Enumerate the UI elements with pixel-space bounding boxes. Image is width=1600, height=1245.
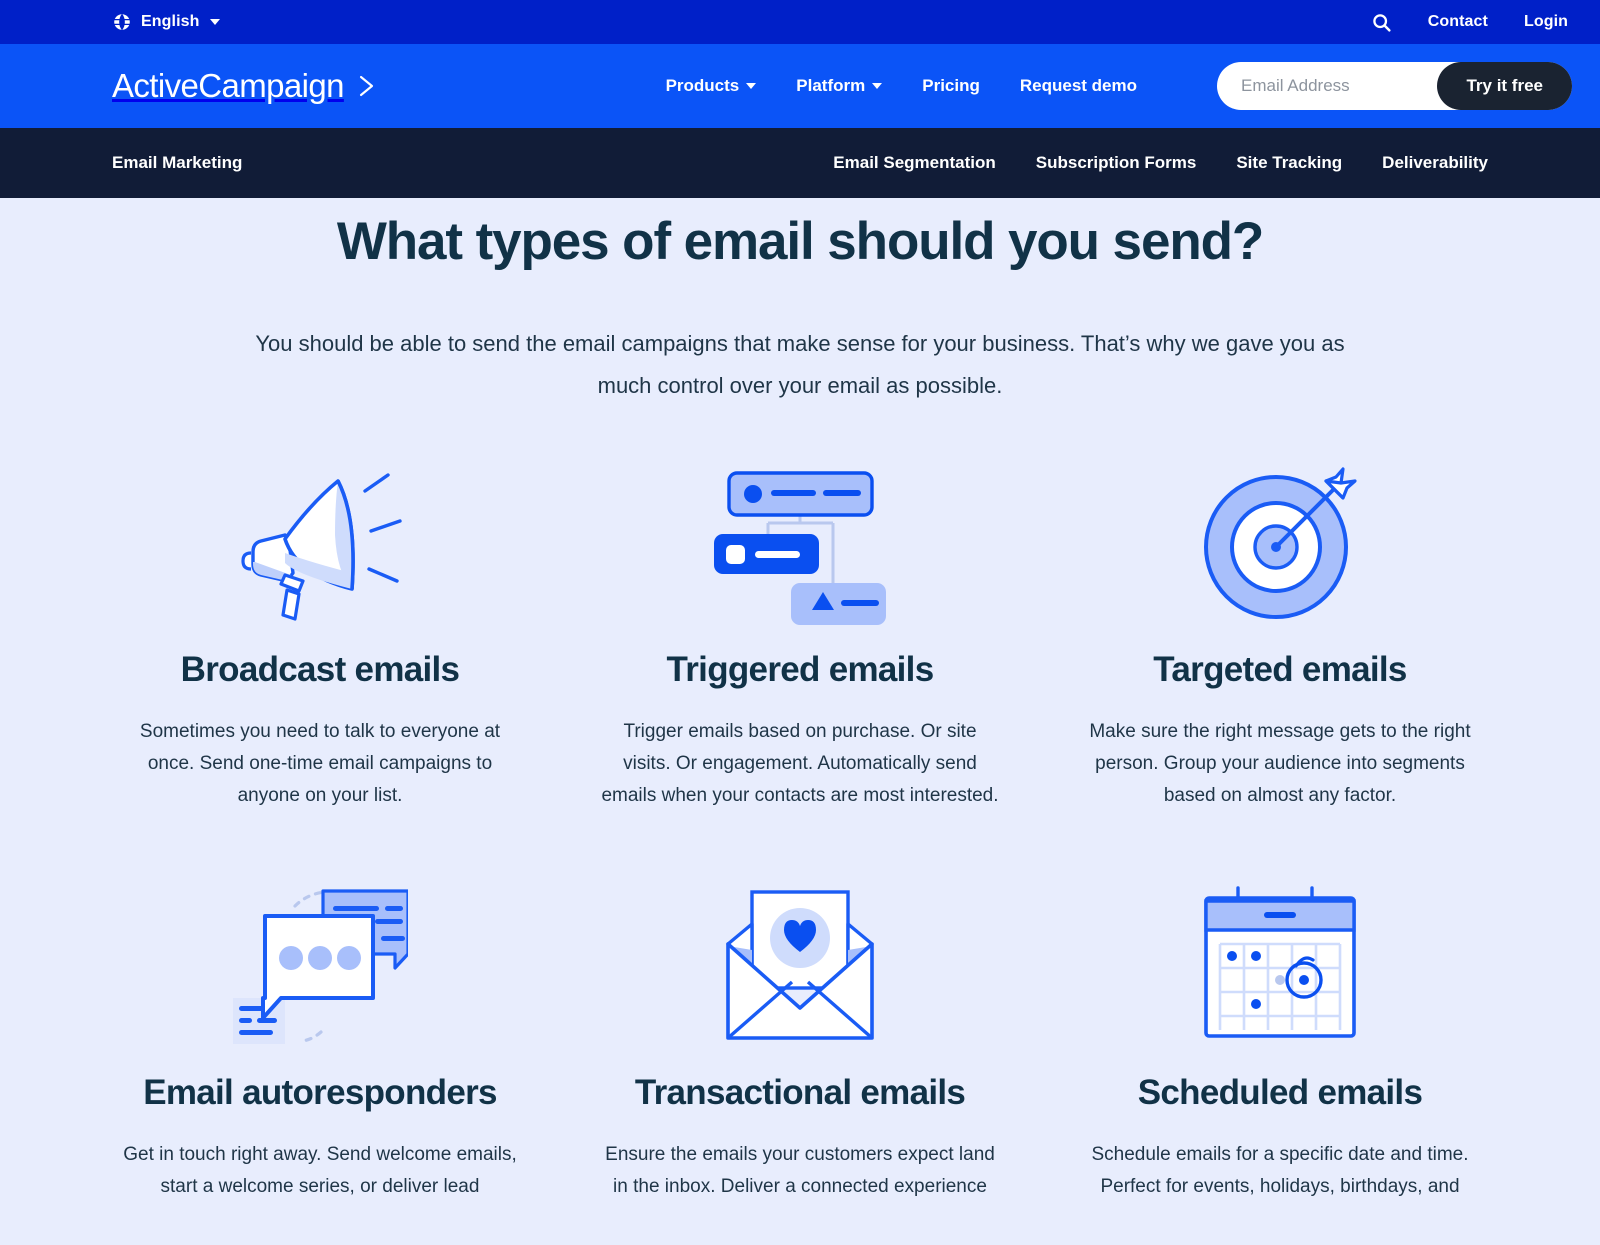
- card-title: Targeted emails: [1153, 649, 1407, 689]
- sub-nav-links: Email Segmentation Subscription Forms Si…: [833, 153, 1488, 173]
- nav-label: Pricing: [922, 76, 980, 95]
- sub-nav-item-email-segmentation[interactable]: Email Segmentation: [833, 153, 995, 173]
- automation-workflow-icon: [594, 451, 1006, 636]
- nav-item-request-demo[interactable]: Request demo: [1020, 76, 1137, 96]
- card-title: Email autoresponders: [143, 1072, 497, 1112]
- card-triggered-emails: Triggered emails Trigger emails based on…: [584, 451, 1016, 812]
- language-label: English: [141, 13, 200, 30]
- email-types-grid-row1: Broadcast emails Sometimes you need to t…: [0, 451, 1600, 812]
- primary-nav-links: Products Platform Pricing Request demo T…: [666, 62, 1572, 110]
- language-selector[interactable]: English: [112, 12, 221, 32]
- contact-link[interactable]: Contact: [1428, 13, 1488, 31]
- target-bullseye-icon: [1074, 451, 1486, 636]
- try-it-free-button[interactable]: Try it free: [1437, 62, 1572, 110]
- nav-item-platform[interactable]: Platform: [796, 76, 883, 96]
- main-navigation: ActiveCampaign Products Platform Pricing…: [0, 44, 1600, 128]
- globe-icon: [112, 12, 132, 32]
- hero-section: What types of email should you send? You…: [0, 198, 1600, 407]
- card-transactional-emails: Transactional emails Ensure the emails y…: [584, 874, 1016, 1203]
- card-scheduled-emails: Scheduled emails Schedule emails for a s…: [1064, 874, 1496, 1203]
- page-title: What types of email should you send?: [336, 212, 1264, 271]
- card-email-autoresponders: Email autoresponders Get in touch right …: [104, 874, 536, 1203]
- nav-item-products[interactable]: Products: [666, 76, 757, 96]
- email-types-grid-row2: Email autoresponders Get in touch right …: [0, 874, 1600, 1203]
- chevron-right-icon: [352, 73, 380, 99]
- utility-bar-right: Contact Login: [1371, 12, 1568, 33]
- card-description: Trigger emails based on purchase. Or sit…: [601, 720, 999, 806]
- megaphone-icon: [114, 451, 526, 636]
- chevron-down-icon: [872, 83, 883, 89]
- sub-nav-item-site-tracking[interactable]: Site Tracking: [1236, 153, 1342, 173]
- brand-name: ActiveCampaign: [112, 67, 344, 104]
- card-title: Transactional emails: [634, 1072, 966, 1112]
- utility-bar: English Contact Login: [0, 0, 1600, 44]
- card-title: Scheduled emails: [1137, 1072, 1423, 1112]
- brand-logo[interactable]: ActiveCampaign: [112, 67, 380, 105]
- signup-form: Try it free: [1217, 62, 1572, 110]
- sub-nav-item-deliverability[interactable]: Deliverability: [1382, 153, 1488, 173]
- card-title: Triggered emails: [666, 649, 935, 689]
- search-icon[interactable]: [1371, 12, 1392, 33]
- card-targeted-emails: Targeted emails Make sure the right mess…: [1064, 451, 1496, 812]
- card-description: Ensure the emails your customers expect …: [605, 1143, 995, 1197]
- nav-item-pricing[interactable]: Pricing: [922, 76, 980, 96]
- nav-label: Products: [665, 76, 740, 95]
- sub-navigation: Email Marketing Email Segmentation Subsc…: [0, 128, 1600, 198]
- card-title: Broadcast emails: [180, 649, 460, 689]
- sub-nav-item-subscription-forms[interactable]: Subscription Forms: [1036, 153, 1197, 173]
- card-description: Schedule emails for a specific date and …: [1091, 1143, 1469, 1197]
- chat-bubbles-icon: [114, 874, 526, 1059]
- card-broadcast-emails: Broadcast emails Sometimes you need to t…: [104, 451, 536, 812]
- card-description: Make sure the right message gets to the …: [1089, 720, 1471, 806]
- calendar-icon: [1074, 874, 1486, 1059]
- chevron-down-icon: [210, 19, 221, 25]
- chevron-down-icon: [746, 83, 757, 89]
- envelope-heart-icon: [594, 874, 1006, 1059]
- card-description: Sometimes you need to talk to everyone a…: [139, 720, 501, 806]
- email-input[interactable]: [1241, 76, 1426, 96]
- page-subtitle: You should be able to send the email cam…: [255, 331, 1345, 399]
- card-description: Get in touch right away. Send welcome em…: [123, 1143, 517, 1197]
- nav-label: Request demo: [1019, 76, 1137, 95]
- nav-label: Platform: [796, 76, 866, 95]
- sub-nav-title[interactable]: Email Marketing: [112, 153, 242, 173]
- login-link[interactable]: Login: [1524, 13, 1568, 31]
